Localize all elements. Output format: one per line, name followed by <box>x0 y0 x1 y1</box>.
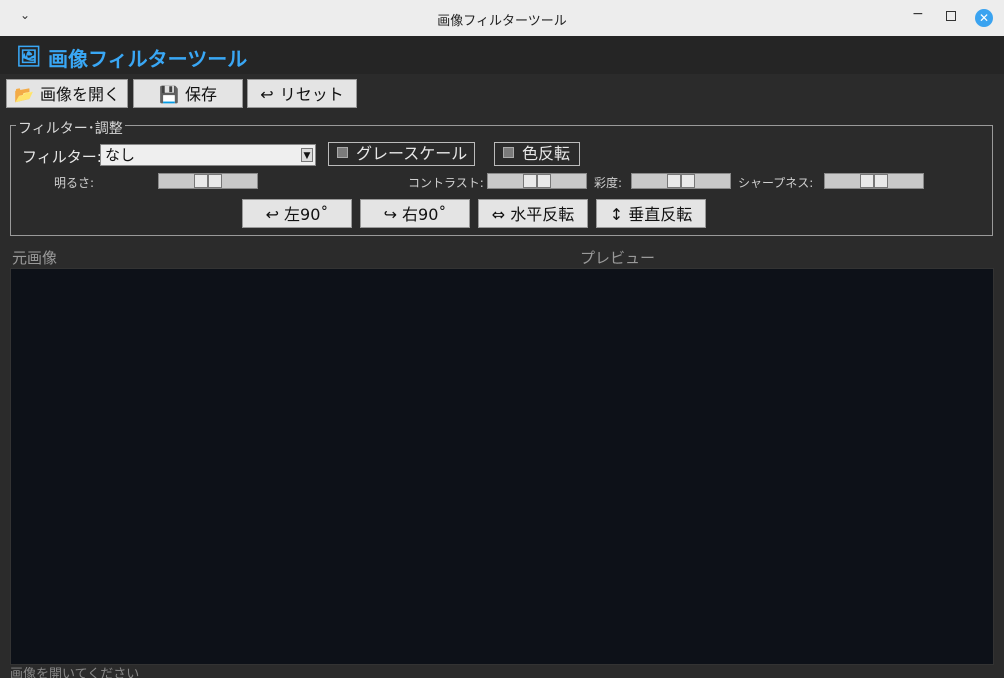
slider-thumb[interactable] <box>681 174 695 188</box>
picture-icon: 🖼 <box>16 44 42 68</box>
maximize-button[interactable] <box>946 11 956 21</box>
reset-label: リセット <box>279 85 344 104</box>
saturation-label: 彩度: <box>594 176 623 190</box>
folder-icon: 📂 <box>14 85 34 104</box>
floppy-disk-icon: 💾 <box>159 85 179 104</box>
invert-checkbox[interactable]: 色反転 <box>494 142 580 166</box>
open-image-button[interactable]: 📂 画像を開く <box>6 79 128 108</box>
slider-thumb[interactable] <box>537 174 551 188</box>
checkbox-box-icon[interactable] <box>337 147 348 158</box>
open-image-label: 画像を開く <box>39 85 120 104</box>
filter-label: フィルター: <box>22 148 102 166</box>
app-title: 画像フィルターツール <box>48 47 248 71</box>
slider-thumb[interactable] <box>874 174 888 188</box>
original-image-label: 元画像 <box>12 249 58 267</box>
window-title: 画像フィルターツール <box>437 14 567 29</box>
brightness-label: 明るさ: <box>54 176 95 190</box>
contrast-slider[interactable] <box>487 173 587 189</box>
sharpness-label: シャープネス: <box>738 176 814 190</box>
sharpness-slider[interactable] <box>824 173 924 189</box>
toolbar: 📂 画像を開く 💾 保存 ↩ リセット <box>0 74 1004 112</box>
invert-label: 色反転 <box>522 144 571 163</box>
rotate-right-button[interactable]: ↪ 右90˚ <box>360 199 470 228</box>
filter-select[interactable]: なし ▼ <box>100 144 316 166</box>
slider-thumb[interactable] <box>860 174 874 188</box>
slider-thumb[interactable] <box>208 174 222 188</box>
grayscale-label: グレースケール <box>356 144 468 163</box>
reset-button[interactable]: ↩ リセット <box>247 79 357 108</box>
image-canvas[interactable] <box>10 268 994 665</box>
flip-vertical-button[interactable]: ↕ 垂直反転 <box>596 199 706 228</box>
preview-label: プレビュー <box>580 249 656 267</box>
flip-horizontal-button[interactable]: ⇔ 水平反転 <box>478 199 588 228</box>
checkbox-box-icon[interactable] <box>503 147 514 158</box>
app-header: 🖼 画像フィルターツール <box>0 36 1004 74</box>
save-label: 保存 <box>184 85 217 104</box>
filter-select-value: なし <box>105 146 136 164</box>
slider-thumb[interactable] <box>523 174 537 188</box>
saturation-slider[interactable] <box>631 173 731 189</box>
slider-thumb[interactable] <box>667 174 681 188</box>
slider-thumb[interactable] <box>194 174 208 188</box>
save-button[interactable]: 💾 保存 <box>133 79 243 108</box>
status-bar-text: 画像を開いてください <box>10 667 140 678</box>
rotate-left-button[interactable]: ↩ 左90˚ <box>242 199 352 228</box>
chevron-down-icon[interactable]: ▼ <box>301 148 313 162</box>
brightness-slider[interactable] <box>158 173 258 189</box>
minimize-button[interactable]: − <box>912 6 926 22</box>
grayscale-checkbox[interactable]: グレースケール <box>328 142 475 166</box>
contrast-label: コントラスト: <box>408 176 484 190</box>
close-button[interactable]: ✕ <box>975 9 993 27</box>
filter-panel-legend: フィルター･調整 <box>16 118 125 138</box>
window-titlebar: ⌄ 画像フィルターツール − ✕ <box>0 0 1004 36</box>
undo-arrow-icon: ↩ <box>260 85 274 104</box>
